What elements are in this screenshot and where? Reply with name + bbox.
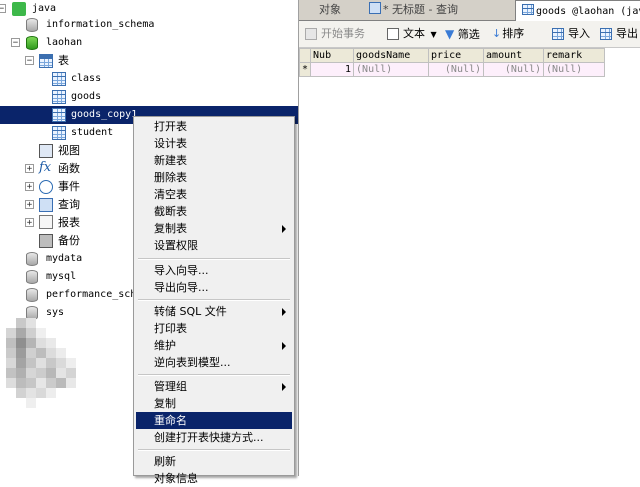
report-icon bbox=[39, 215, 53, 229]
menu-item-set-permissions[interactable]: 设置权限 bbox=[136, 237, 292, 254]
menu-item-export-wizard[interactable]: 导出向导... bbox=[136, 279, 292, 296]
database-icon bbox=[26, 270, 38, 284]
menu-separator bbox=[138, 374, 290, 376]
menu-item-print-table[interactable]: 打印表 bbox=[136, 320, 292, 337]
editor-panel: 对象 * 无标题 - 查询 goods @laohan (java) 开始事务 … bbox=[298, 0, 640, 476]
menu-item-new-table[interactable]: 新建表 bbox=[136, 152, 292, 169]
text-button[interactable]: 文本 ▼ bbox=[387, 25, 437, 43]
toolbar: 开始事务 文本 ▼ ▼ 筛选 ↓排序 导入 导出 bbox=[299, 21, 640, 48]
collapse-icon[interactable]: − bbox=[11, 38, 20, 48]
database-icon bbox=[26, 18, 38, 32]
table-icon bbox=[52, 108, 66, 122]
column-header-amount[interactable]: amount bbox=[483, 48, 545, 63]
grid-header-row: Nub goodsName price amount remark bbox=[298, 48, 606, 63]
menu-item-reverse-to-model[interactable]: 逆向表到模型... bbox=[136, 354, 292, 371]
table-row[interactable]: * 1 (Null) (Null) (Null) (Null) bbox=[298, 62, 606, 77]
database-icon bbox=[26, 36, 38, 50]
menu-item-open-table[interactable]: 打开表 bbox=[136, 118, 292, 135]
tab-bar: 对象 * 无标题 - 查询 goods @laohan (java) bbox=[299, 0, 640, 21]
function-fx-icon: fx bbox=[39, 160, 52, 175]
menu-separator bbox=[138, 299, 290, 301]
data-grid: Nub goodsName price amount remark * 1 (N… bbox=[298, 48, 606, 77]
chevron-down-icon: ▼ bbox=[430, 30, 437, 39]
filter-funnel-icon: ▼ bbox=[445, 27, 455, 41]
cell-price[interactable]: (Null) bbox=[428, 62, 485, 77]
query-icon bbox=[369, 2, 381, 14]
menu-item-object-info[interactable]: 对象信息 bbox=[136, 470, 292, 487]
submenu-arrow-icon bbox=[282, 308, 286, 316]
submenu-arrow-icon bbox=[282, 383, 286, 391]
menu-item-import-wizard[interactable]: 导入向导... bbox=[136, 262, 292, 279]
export-button[interactable]: 导出 bbox=[600, 25, 638, 43]
row-selector-header bbox=[298, 48, 312, 63]
menu-item-maintenance[interactable]: 维护 bbox=[136, 337, 292, 354]
text-icon bbox=[387, 28, 399, 40]
column-header-remark[interactable]: remark bbox=[543, 48, 606, 63]
column-header-nub[interactable]: Nub bbox=[310, 48, 355, 63]
menu-item-copy[interactable]: 复制 bbox=[136, 395, 292, 412]
menu-item-dump-sql[interactable]: 转储 SQL 文件 bbox=[136, 303, 292, 320]
query-icon bbox=[39, 198, 53, 212]
menu-item-refresh[interactable]: 刷新 bbox=[136, 453, 292, 470]
menu-item-duplicate-table[interactable]: 复制表 bbox=[136, 220, 292, 237]
database-icon bbox=[26, 288, 38, 302]
row-marker[interactable]: * bbox=[298, 62, 312, 77]
menu-item-manage-group[interactable]: 管理组 bbox=[136, 378, 292, 395]
cell-nub[interactable]: 1 bbox=[310, 62, 355, 77]
sort-icon: ↓ bbox=[492, 27, 502, 40]
tree-node-goods[interactable]: goods bbox=[0, 88, 298, 106]
expand-icon[interactable]: + bbox=[25, 218, 34, 228]
table-icon bbox=[52, 126, 66, 140]
transaction-icon bbox=[305, 28, 317, 40]
sort-button[interactable]: ↓排序 bbox=[492, 25, 524, 43]
table-icon bbox=[52, 90, 66, 104]
column-header-price[interactable]: price bbox=[428, 48, 485, 63]
collapse-icon[interactable]: − bbox=[25, 56, 34, 66]
import-icon bbox=[552, 28, 564, 40]
context-menu: 打开表 设计表 新建表 删除表 清空表 截断表 复制表 设置权限 导入向导...… bbox=[133, 116, 295, 485]
submenu-arrow-icon bbox=[282, 225, 286, 233]
tree-node-laohan[interactable]: − laohan bbox=[0, 34, 298, 52]
expand-icon[interactable]: + bbox=[25, 200, 34, 210]
expand-icon[interactable]: + bbox=[25, 164, 34, 174]
cell-goodsname[interactable]: (Null) bbox=[353, 62, 430, 77]
menu-separator bbox=[138, 258, 290, 260]
menu-item-truncate-table[interactable]: 截断表 bbox=[136, 203, 292, 220]
tab-untitled-query[interactable]: * 无标题 - 查询 bbox=[363, 0, 464, 20]
tree-node-information-schema[interactable]: information_schema bbox=[0, 16, 298, 34]
connection-icon bbox=[12, 2, 26, 16]
begin-transaction-button[interactable]: 开始事务 bbox=[305, 25, 365, 43]
expand-icon[interactable]: + bbox=[25, 182, 34, 192]
database-icon bbox=[26, 252, 38, 266]
menu-item-empty-table[interactable]: 清空表 bbox=[136, 186, 292, 203]
menu-separator bbox=[138, 449, 290, 451]
menu-item-delete-table[interactable]: 删除表 bbox=[136, 169, 292, 186]
menu-item-create-shortcut[interactable]: 创建打开表快捷方式... bbox=[136, 429, 292, 446]
collapse-icon[interactable]: − bbox=[0, 4, 6, 14]
tree-node-class[interactable]: class bbox=[0, 70, 298, 88]
export-icon bbox=[600, 28, 612, 40]
cell-remark[interactable]: (Null) bbox=[543, 62, 606, 77]
tables-folder-icon bbox=[39, 54, 53, 68]
clock-icon bbox=[39, 180, 53, 194]
redacted-pixelated-area bbox=[6, 318, 76, 414]
menu-item-rename[interactable]: 重命名 bbox=[136, 412, 292, 429]
tab-objects[interactable]: 对象 bbox=[313, 0, 347, 20]
table-icon bbox=[52, 72, 66, 86]
tab-goods-table[interactable]: goods @laohan (java) bbox=[515, 0, 640, 21]
table-icon bbox=[522, 4, 534, 15]
backup-icon bbox=[39, 234, 53, 248]
tree-node-tables[interactable]: − 表 bbox=[0, 52, 298, 70]
filter-button[interactable]: ▼ 筛选 bbox=[445, 25, 480, 43]
column-header-goodsname[interactable]: goodsName bbox=[353, 48, 430, 63]
menu-item-design-table[interactable]: 设计表 bbox=[136, 135, 292, 152]
submenu-arrow-icon bbox=[282, 342, 286, 350]
import-button[interactable]: 导入 bbox=[552, 25, 590, 43]
views-glasses-icon bbox=[39, 144, 53, 158]
cell-amount[interactable]: (Null) bbox=[483, 62, 545, 77]
